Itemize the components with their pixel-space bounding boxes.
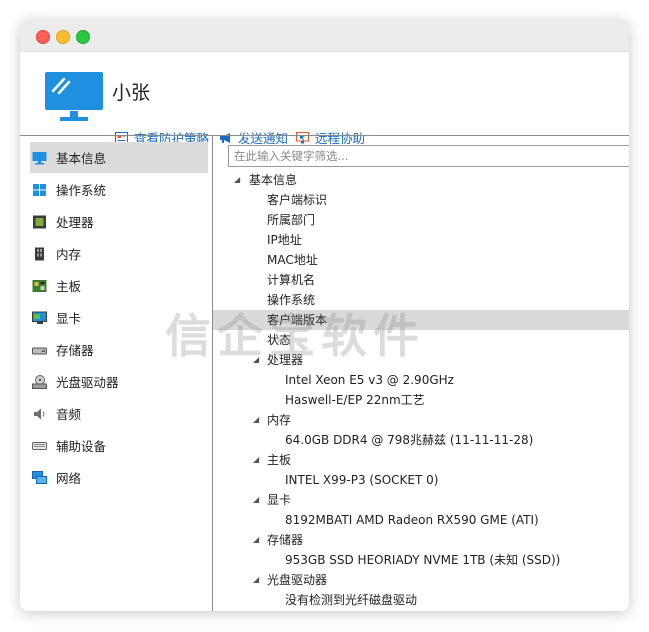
memory-icon (35, 247, 44, 260)
computer-monitor-icon (45, 72, 103, 121)
tree-leaf[interactable]: INTEL X99-P3 (SOCKET 0) (213, 470, 629, 490)
cpu-icon (33, 215, 46, 228)
sidebar-item-network[interactable]: 网络 (30, 462, 208, 493)
storage-icon (32, 347, 47, 354)
tree-leaf[interactable]: 所属部门 (213, 210, 629, 230)
keyboard-icon (32, 441, 47, 450)
monitor-icon (32, 151, 47, 164)
collapse-arrow-icon[interactable]: ◢ (253, 410, 259, 430)
sidebar-item-label: 处理器 (56, 215, 94, 230)
tree-leaf[interactable]: 状态 (213, 330, 629, 350)
tree-node-cpu[interactable]: ◢ 处理器 (213, 350, 629, 370)
sidebar-item-os[interactable]: 操作系统 (30, 174, 208, 205)
app-window: 小张 查看防护策略 发送通知 远程协助 基本信息 操作系统 处理器 内存 主板 … (20, 20, 629, 611)
sidebar-item-cpu[interactable]: 处理器 (30, 206, 208, 237)
network-icon (32, 470, 47, 484)
minimize-window-button[interactable] (56, 30, 70, 44)
sidebar-item-optical-drive[interactable]: 光盘驱动器 (30, 366, 208, 397)
tree-node-graphics[interactable]: ◢ 显卡 (213, 490, 629, 510)
sidebar-item-audio[interactable]: 音频 (30, 398, 208, 429)
tree-node-storage[interactable]: ◢ 存储器 (213, 530, 629, 550)
tree-leaf[interactable]: IP地址 (213, 230, 629, 250)
sidebar-item-label: 显卡 (56, 311, 82, 326)
tree-node-memory[interactable]: ◢ 内存 (213, 410, 629, 430)
speaker-icon (34, 408, 45, 419)
maximize-window-button[interactable] (76, 30, 90, 44)
collapse-arrow-icon[interactable]: ◢ (253, 570, 259, 590)
sidebar-item-graphics[interactable]: 显卡 (30, 302, 208, 333)
tree-leaf[interactable]: MAC地址 (213, 250, 629, 270)
tree-leaf[interactable]: 客户端标识 (213, 190, 629, 210)
graphics-card-icon (32, 311, 47, 324)
sidebar-item-label: 主板 (56, 279, 82, 294)
windows-icon (33, 183, 46, 196)
client-user-name: 小张 (112, 82, 151, 104)
sidebar-item-label: 光盘驱动器 (56, 375, 119, 390)
tree-node-motherboard[interactable]: ◢ 主板 (213, 450, 629, 470)
tree-leaf[interactable]: 64.0GB DDR4 @ 798兆赫兹 (11-11-11-28) (213, 430, 629, 450)
tree-leaf-highlighted[interactable]: 客户端版本 (213, 310, 629, 330)
tree-leaf[interactable]: Haswell-E/EP 22nm工艺 (213, 390, 629, 410)
sidebar-item-motherboard[interactable]: 主板 (30, 270, 208, 301)
tree-leaf[interactable]: 没有检测到光纤磁盘驱动 (213, 590, 629, 610)
tree-leaf[interactable]: Intel Xeon E5 v3 @ 2.90GHz (213, 370, 629, 390)
sidebar-item-basic-info[interactable]: 基本信息 (30, 142, 208, 173)
collapse-arrow-icon[interactable]: ◢ (234, 170, 240, 190)
details-pane: ◢ 基本信息 客户端标识 所属部门 IP地址 MAC地址 计算机名 操作系统 客… (213, 136, 629, 611)
tree-leaf[interactable]: 计算机名 (213, 270, 629, 290)
sidebar-item-label: 基本信息 (56, 151, 107, 166)
collapse-arrow-icon[interactable]: ◢ (253, 450, 259, 470)
sidebar-item-storage[interactable]: 存储器 (30, 334, 208, 365)
collapse-arrow-icon[interactable]: ◢ (253, 490, 259, 510)
tree-node-optical-drive[interactable]: ◢ 光盘驱动器 (213, 570, 629, 590)
motherboard-icon (32, 279, 47, 292)
client-header: 小张 查看防护策略 发送通知 远程协助 (20, 52, 629, 146)
close-window-button[interactable] (36, 30, 50, 44)
sidebar-item-label: 音频 (56, 407, 82, 422)
tree-node-basic-info[interactable]: ◢ 基本信息 (213, 170, 629, 190)
collapse-arrow-icon[interactable]: ◢ (253, 530, 259, 550)
sidebar-item-label: 内存 (56, 247, 82, 262)
sidebar-item-label: 网络 (56, 471, 82, 486)
filter-input[interactable] (228, 145, 629, 167)
tree-leaf[interactable]: 953GB SSD HEORIADY NVME 1TB (未知 (SSD)) (213, 550, 629, 570)
sidebar-item-peripherals[interactable]: 辅助设备 (30, 430, 208, 461)
tree-leaf[interactable]: 操作系统 (213, 290, 629, 310)
sidebar-item-label: 操作系统 (56, 183, 107, 198)
collapse-arrow-icon[interactable]: ◢ (253, 350, 259, 370)
tree-leaf[interactable]: 8192MBATI AMD Radeon RX590 GME (ATI) (213, 510, 629, 530)
sidebar-item-memory[interactable]: 内存 (30, 238, 208, 269)
sidebar-item-label: 存储器 (56, 343, 94, 358)
title-bar (20, 20, 629, 52)
optical-drive-icon (32, 374, 47, 389)
sidebar-item-label: 辅助设备 (56, 439, 107, 454)
